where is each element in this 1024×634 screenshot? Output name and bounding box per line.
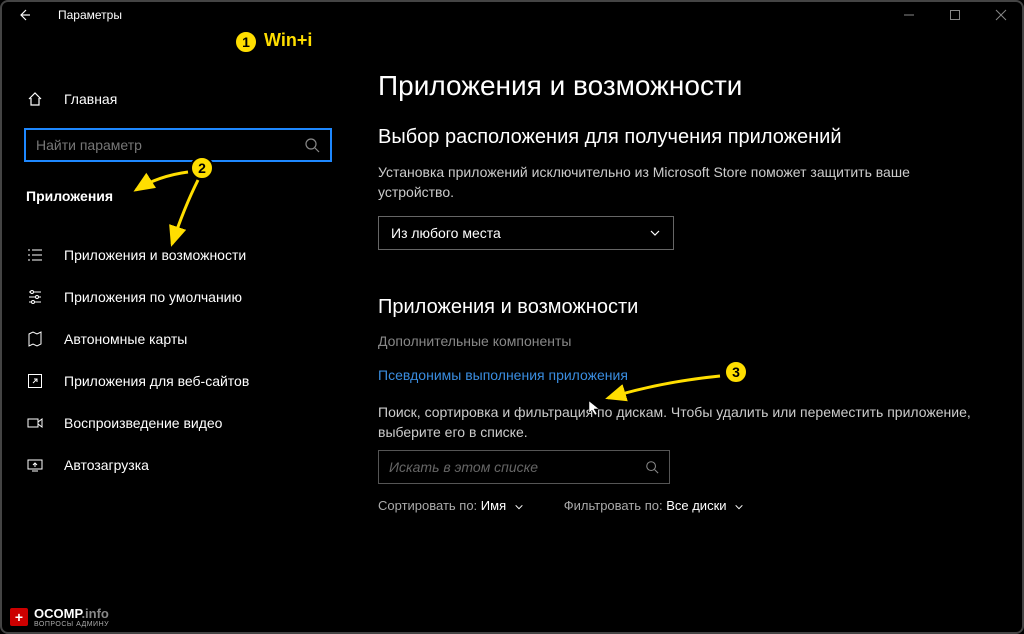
close-button[interactable]	[978, 0, 1024, 30]
home-label: Главная	[64, 91, 117, 107]
main-content: Приложения и возможности Выбор расположе…	[348, 30, 1024, 634]
annotation-badge-1: 1	[234, 30, 258, 54]
chevron-down-icon	[514, 502, 524, 512]
dropdown-value: Из любого места	[391, 225, 501, 241]
app-search-input[interactable]	[378, 450, 670, 484]
filter-description: Поиск, сортировка и фильтрация по дискам…	[378, 403, 984, 442]
sidebar-item-label: Автономные карты	[64, 331, 187, 347]
filter-by-dropdown[interactable]: Фильтровать по: Все диски	[564, 498, 744, 513]
list-icon	[26, 246, 44, 264]
sort-by-dropdown[interactable]: Сортировать по: Имя	[378, 498, 524, 513]
search-input[interactable]	[24, 128, 332, 162]
sidebar-item-website-apps[interactable]: Приложения для веб-сайтов	[0, 360, 348, 402]
sidebar-item-label: Воспроизведение видео	[64, 415, 222, 431]
map-icon	[26, 330, 44, 348]
sidebar-item-label: Приложения и возможности	[64, 247, 246, 263]
section-apps-title: Приложения и возможности	[378, 296, 984, 319]
maximize-button[interactable]	[932, 0, 978, 30]
sidebar-item-offline-maps[interactable]: Автономные карты	[0, 318, 348, 360]
sidebar-item-apps-features[interactable]: Приложения и возможности	[0, 234, 348, 276]
filter-by-value: Все диски	[666, 498, 726, 513]
sidebar-item-label: Приложения по умолчанию	[64, 289, 242, 305]
sidebar-item-label: Приложения для веб-сайтов	[64, 373, 249, 389]
sidebar-item-label: Автозагрузка	[64, 457, 149, 473]
back-button[interactable]	[14, 5, 34, 25]
search-icon	[304, 137, 320, 153]
video-icon	[26, 414, 44, 432]
filter-by-label: Фильтровать по:	[564, 498, 663, 513]
sidebar-item-default-apps[interactable]: Приложения по умолчанию	[0, 276, 348, 318]
annotation-label-1: Win+i	[264, 30, 312, 51]
sidebar: Главная Приложения Приложения и возможно…	[0, 30, 348, 634]
section-label-apps: Приложения	[0, 170, 348, 216]
execution-aliases-link[interactable]: Псевдонимы выполнения приложения	[378, 367, 984, 383]
install-source-dropdown[interactable]: Из любого места	[378, 216, 674, 250]
sidebar-item-video-playback[interactable]: Воспроизведение видео	[0, 402, 348, 444]
plus-icon: +	[10, 608, 28, 626]
minimize-button[interactable]	[886, 0, 932, 30]
defaults-icon	[26, 288, 44, 306]
sidebar-item-startup[interactable]: Автозагрузка	[0, 444, 348, 486]
window-controls	[886, 0, 1024, 30]
arrow-left-icon	[17, 8, 31, 22]
page-title: Приложения и возможности	[378, 70, 984, 102]
annotation-badge-2: 2	[190, 156, 214, 180]
app-search-field[interactable]	[389, 459, 645, 475]
annotation-badge-3: 3	[724, 360, 748, 384]
search-icon	[645, 460, 659, 474]
startup-icon	[26, 456, 44, 474]
section-source-body: Установка приложений исключительно из Mi…	[378, 163, 984, 202]
home-button[interactable]: Главная	[0, 78, 348, 120]
sort-by-value: Имя	[481, 498, 506, 513]
watermark: + OCOMP.info ВОПРОСЫ АДМИНУ	[10, 606, 109, 628]
search-field[interactable]	[36, 137, 304, 153]
window-title: Параметры	[58, 8, 122, 22]
watermark-text: OCOMP.info ВОПРОСЫ АДМИНУ	[34, 606, 109, 628]
section-source-title: Выбор расположения для получения приложе…	[378, 126, 984, 149]
sort-by-label: Сортировать по:	[378, 498, 477, 513]
chevron-down-icon	[649, 227, 661, 239]
optional-features-link[interactable]: Дополнительные компоненты	[378, 333, 984, 349]
open-icon	[26, 372, 44, 390]
home-icon	[26, 90, 44, 108]
titlebar: Параметры	[0, 0, 1024, 30]
chevron-down-icon	[734, 502, 744, 512]
